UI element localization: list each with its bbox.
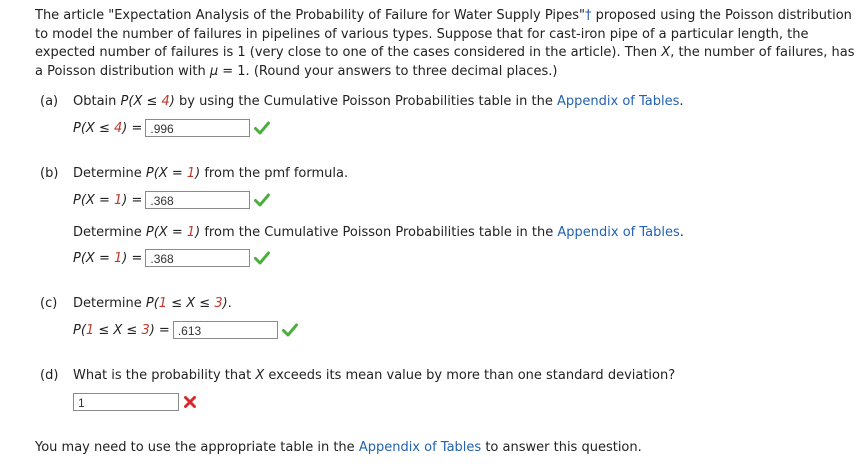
part-a-answer-input[interactable]: .996 [145,119,251,137]
part-a-q-math: P(X ≤ 4) [120,94,175,109]
check-icon [254,193,271,207]
problem-intro: The article "Expectation Analysis of the… [35,7,861,81]
footer-post: to answer this question. [481,440,642,455]
part-b-answer-input-2[interactable]: .368 [145,249,251,267]
part-c-q-pre: Determine [73,296,146,311]
part-b-q2-end: . [679,225,684,240]
part-b-answer-label-1: P(X = 1) = [73,192,143,208]
part-a-question: Obtain P(X ≤ 4) by using the Cumulative … [73,93,684,111]
part-c-question: Determine P(1 ≤ X ≤ 3). [73,295,232,313]
intro-text-4: = 1. (Round your answers to three decima… [218,63,558,79]
cross-icon [184,396,196,408]
intro-var-x: X [661,45,671,60]
intro-mu: μ [209,63,219,79]
part-a-q-end: . [679,94,684,109]
check-icon [254,121,271,135]
part-b-q2-pre: Determine [73,225,146,240]
part-a-answer-row: P(X ≤ 4) = .996 [73,118,271,138]
check-icon [254,251,271,265]
part-a-label: (a) [40,94,59,109]
part-c-answer-label: P(1 ≤ X ≤ 3) = [73,322,170,338]
part-d-q-var: X [255,368,265,383]
appendix-link-footer[interactable]: Appendix of Tables [359,440,481,455]
part-b-answer-input-1[interactable]: .368 [145,191,251,209]
part-b-label: (b) [40,166,59,181]
part-c-answer-row: P(1 ≤ X ≤ 3) = .613 [73,320,298,340]
part-c-label: (c) [40,296,58,311]
part-c-q-end: . [227,296,232,311]
part-b-q1-end: from the pmf formula. [200,166,349,181]
footer-pre: You may need to use the appropriate tabl… [35,440,359,455]
part-d-label: (d) [40,368,59,383]
footer-note: You may need to use the appropriate tabl… [35,439,642,457]
part-c-answer-input[interactable]: .613 [172,321,278,339]
intro-text-1: The article "Expectation Analysis of the… [35,8,586,23]
part-a-q-mid: by using the Cumulative Poisson Probabil… [174,94,557,109]
part-a-q-pre: Obtain [73,94,121,109]
part-d-q-pre: What is the probability that [73,368,256,383]
part-b-answer-label-2: P(X = 1) = [73,250,143,266]
part-d-answer-row: 1 [70,392,197,412]
part-b-q1-math: P(X = 1) [145,166,201,181]
part-c-q-math: P(1 ≤ X ≤ 3) [145,296,228,311]
check-icon [281,323,298,337]
part-b-question-1: Determine P(X = 1) from the pmf formula. [73,165,348,183]
part-d-question: What is the probability that X exceeds i… [73,367,675,385]
appendix-link-b[interactable]: Appendix of Tables [557,225,679,240]
appendix-link-a[interactable]: Appendix of Tables [557,94,679,109]
part-b-q1-pre: Determine [73,166,146,181]
part-d-answer-input[interactable]: 1 [73,393,179,411]
part-b-answer-row-1: P(X = 1) = .368 [73,190,271,210]
part-b-q2-math: P(X = 1) [145,225,201,240]
part-b-q2-mid: from the Cumulative Poisson Probabilitie… [200,225,558,240]
part-b-question-2: Determine P(X = 1) from the Cumulative P… [73,224,684,242]
part-b-answer-row-2: P(X = 1) = .368 [73,248,271,268]
part-d-q-end: exceeds its mean value by more than one … [264,368,676,383]
part-a-answer-label: P(X ≤ 4) = [73,120,143,136]
